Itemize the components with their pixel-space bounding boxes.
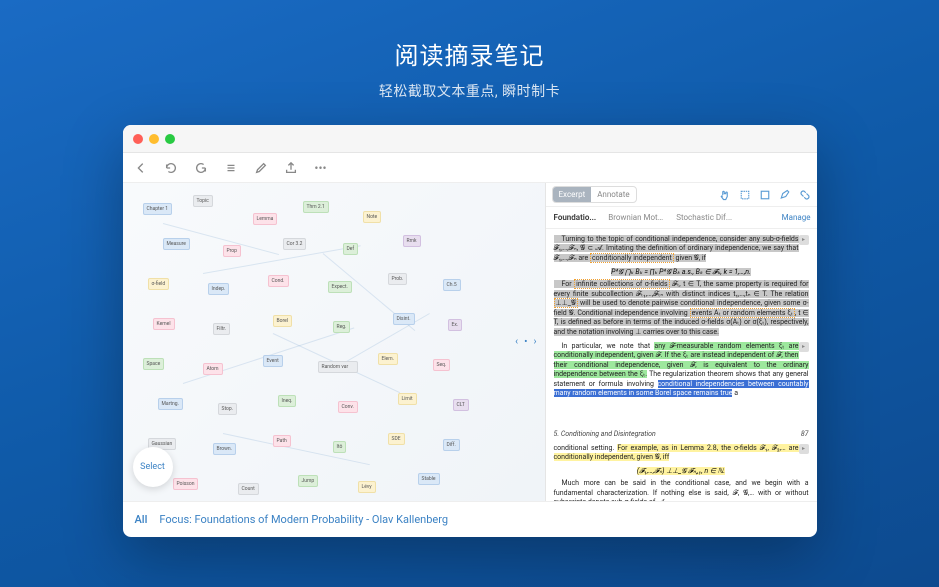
share-button[interactable] [281, 158, 301, 178]
map-node[interactable]: Chapter 1 [143, 203, 173, 215]
map-node[interactable]: Poisson [173, 478, 199, 490]
doc-paragraph: ▸ Turning to the topic of conditional in… [554, 235, 809, 263]
map-node[interactable]: Disint. [393, 313, 415, 325]
excerpt-tab[interactable]: Excerpt [553, 187, 592, 202]
manage-link[interactable]: Manage [782, 213, 811, 222]
map-node[interactable]: Martng. [158, 398, 183, 410]
traffic-lights [133, 134, 175, 144]
map-node[interactable]: Indep. [208, 283, 230, 295]
edit-button[interactable] [251, 158, 271, 178]
content-area: Chapter 1 Topic Lemma Thm 2.1 Note Measu… [123, 183, 817, 501]
map-node[interactable]: Diff. [443, 439, 460, 451]
doc-tab-foundations[interactable]: Foundatio... [552, 209, 599, 226]
map-node[interactable]: Ineq. [278, 395, 297, 407]
map-node[interactable]: Count [238, 483, 259, 495]
map-node[interactable]: Thm 2.1 [303, 201, 329, 213]
page-dot: • [522, 335, 529, 350]
doc-paragraph: For infinite collections of σ-fields 𝓕ₜ,… [554, 280, 809, 337]
map-node[interactable]: Atom [203, 363, 223, 375]
map-node[interactable]: Cor 3.2 [283, 238, 307, 250]
sync-button[interactable] [191, 158, 211, 178]
map-node[interactable]: Def [343, 243, 359, 255]
map-node[interactable]: Random var [318, 361, 358, 373]
doc-tab-brownian[interactable]: Brownian Moti... [606, 209, 666, 226]
hero-title: 阅读摘录笔记 [395, 36, 545, 71]
map-node[interactable]: Reg. [333, 321, 351, 333]
doc-tool-icons [719, 189, 811, 201]
map-node[interactable]: Limit [398, 393, 417, 405]
doc-paragraph: ▸ conditional setting. For example, as i… [554, 444, 809, 463]
marquee-icon[interactable] [739, 189, 751, 201]
doc-paragraph: Much more can be said in the conditional… [554, 479, 809, 501]
map-node[interactable]: Rmk [403, 235, 421, 247]
highlight-icon[interactable] [779, 189, 791, 201]
focus-label: Focus: Foundations of Modern Probability… [159, 513, 448, 526]
map-canvas: Chapter 1 Topic Lemma Thm 2.1 Note Measu… [123, 183, 545, 501]
map-node[interactable]: Ex. [448, 319, 463, 331]
map-node[interactable]: Expect. [328, 281, 352, 293]
map-node[interactable]: Kernel [153, 318, 175, 330]
close-button[interactable] [133, 134, 143, 144]
map-node[interactable]: Stable [418, 473, 440, 485]
app-window: ••• Chapter 1 Topic Lemma Thm 2.1 Note M… [123, 125, 817, 537]
page-prev-button[interactable]: ‹ [513, 335, 520, 350]
doc-formula: P^𝓖 ⋂ₖ Bₖ = ∏ₖ P^𝓖 Bₖ a.s., Bₖ ∈ 𝓕ₖ, k =… [554, 268, 809, 277]
reload-button[interactable] [161, 158, 181, 178]
map-node[interactable]: Lévy [358, 481, 376, 493]
mindmap-pane[interactable]: Chapter 1 Topic Lemma Thm 2.1 Note Measu… [123, 183, 545, 501]
doc-body[interactable]: ▸ Turning to the topic of conditional in… [546, 229, 817, 501]
map-node[interactable]: Jump [298, 475, 319, 487]
text-select-icon[interactable] [759, 189, 771, 201]
map-node[interactable]: Elem. [378, 353, 398, 365]
hero-subtitle: 轻松截取文本重点, 瞬时制卡 [379, 81, 560, 101]
map-node[interactable]: Brown. [213, 443, 236, 455]
list-button[interactable] [221, 158, 241, 178]
map-node[interactable]: Cond. [268, 275, 289, 287]
map-node[interactable]: Topic [193, 195, 213, 207]
map-node[interactable]: Event [263, 355, 283, 367]
map-node[interactable]: Space [143, 358, 165, 370]
map-node[interactable]: Stop. [218, 403, 238, 415]
minimize-button[interactable] [149, 134, 159, 144]
annotate-tab[interactable]: Annotate [591, 187, 635, 202]
map-node[interactable]: Filtr. [213, 323, 231, 335]
map-node[interactable]: Seq. [433, 359, 451, 371]
page-nav: ‹ • › [513, 335, 538, 350]
map-node[interactable]: Conv. [338, 401, 358, 413]
map-node[interactable]: SDE [388, 433, 405, 445]
link-icon[interactable] [799, 189, 811, 201]
mode-segment: Excerpt Annotate [552, 186, 637, 203]
doc-tab-stochastic[interactable]: Stochastic Dif... [674, 209, 734, 226]
maximize-button[interactable] [165, 134, 175, 144]
footer-bar: All Focus: Foundations of Modern Probabi… [123, 501, 817, 537]
more-button[interactable]: ••• [311, 158, 331, 178]
map-node[interactable]: Borel [273, 315, 292, 327]
document-pane: Excerpt Annotate Foundatio... Brownian M… [545, 183, 817, 501]
note-badge[interactable]: ▸ [799, 342, 809, 352]
map-node[interactable]: Path [273, 435, 291, 447]
doc-tabs: Foundatio... Brownian Moti... Stochastic… [546, 207, 817, 229]
map-node[interactable]: Prop [223, 245, 241, 257]
map-node[interactable]: Ch.5 [443, 279, 461, 291]
page-next-button[interactable]: › [531, 335, 538, 350]
map-node[interactable]: CLT [453, 399, 469, 411]
map-node[interactable]: Lemma [253, 213, 278, 225]
map-node[interactable]: Prob. [388, 273, 408, 285]
map-node[interactable]: Itô [333, 441, 347, 453]
doc-header: Excerpt Annotate [546, 183, 817, 207]
map-node[interactable]: σ-field [148, 278, 170, 290]
doc-paragraph: ▸ In particular, we note that any 𝓕-meas… [554, 342, 809, 399]
note-badge[interactable]: ▸ [799, 444, 809, 454]
filter-all[interactable]: All [135, 513, 148, 526]
section-header: 5. Conditioning and Disintegration87 [554, 430, 809, 438]
back-button[interactable] [131, 158, 151, 178]
hand-icon[interactable] [719, 189, 731, 201]
map-node[interactable]: Note [363, 211, 382, 223]
note-badge[interactable]: ▸ [799, 235, 809, 245]
window-titlebar [123, 125, 817, 153]
map-node[interactable]: Measure [163, 238, 190, 250]
doc-formula: (𝓕₁,…,𝓕ₙ) ⊥⊥_𝓖 𝓕ₙ₊₁, n ∈ ℕ. [554, 467, 809, 476]
select-mode-button[interactable]: Select [133, 447, 173, 487]
main-toolbar: ••• [123, 153, 817, 183]
